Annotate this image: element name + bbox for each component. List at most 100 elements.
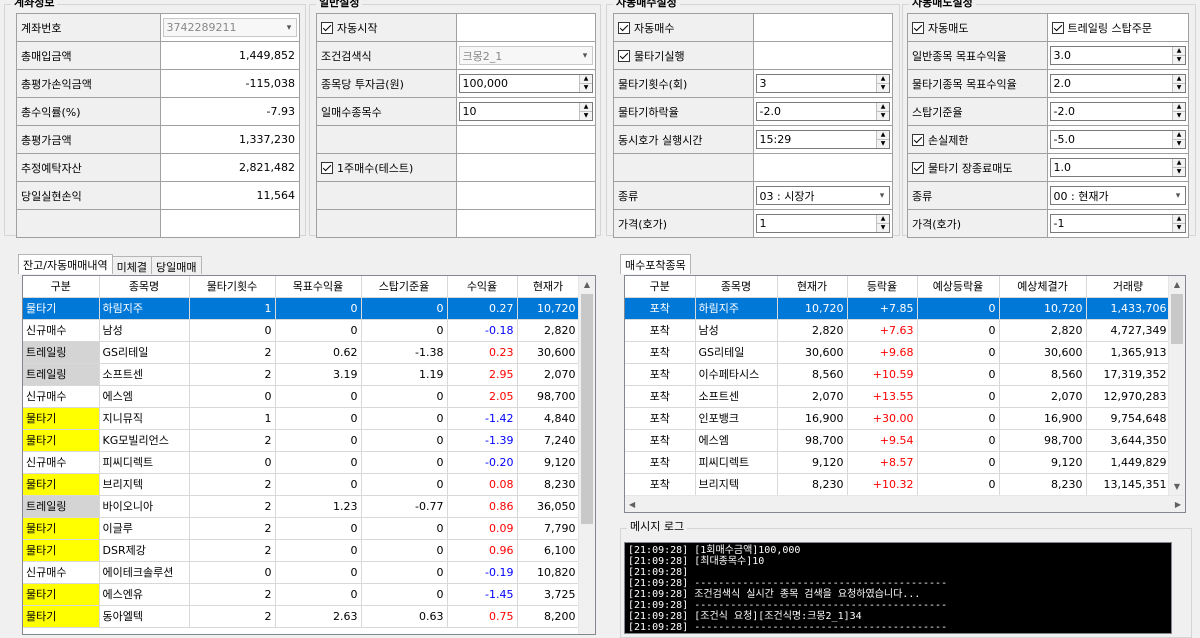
- table-row[interactable]: 물타기 DSR제강 2 0 0 0.96 6,100: [23, 539, 580, 562]
- spin-arrows-icon[interactable]: ▲ ▼: [579, 75, 592, 92]
- table-row[interactable]: 물타기 에스엔유 2 0 0 -1.45 3,725: [23, 583, 580, 606]
- column-header[interactable]: 현재가: [517, 276, 580, 298]
- table-row[interactable]: 물타기 이글루 2 0 0 0.09 7,790: [23, 517, 580, 540]
- table-row[interactable]: 트레일링 바이오니아 2 1.23 -0.77 0.86 36,050: [23, 495, 580, 518]
- column-header[interactable]: 거래량: [1086, 276, 1171, 298]
- tab-holdings[interactable]: 잔고/자동매매내역: [18, 254, 113, 274]
- table-row[interactable]: 포착 이수페타시스 8,560 +10.59 0 8,560 17,319,352: [625, 363, 1171, 386]
- tab-unfilled[interactable]: 미체결: [111, 256, 153, 274]
- column-header[interactable]: 등락율: [847, 276, 918, 298]
- trailing-checkbox[interactable]: 트레일링 스탑주문: [1047, 14, 1189, 41]
- auto-sell-checkbox[interactable]: 자동매도: [908, 14, 1048, 41]
- column-header[interactable]: 종목명: [695, 276, 778, 298]
- table-row[interactable]: 물타기 브리지텍 2 0 0 0.08 8,230: [23, 473, 580, 496]
- scroll-up-icon[interactable]: ▲: [1169, 276, 1185, 293]
- table-row[interactable]: 트레일링 GS리테일 2 0.62 -1.38 0.23 30,600: [23, 341, 580, 364]
- exp-price-cell: 9,120: [999, 451, 1087, 474]
- loss-limit-spinner[interactable]: -5.0 ▲ ▼: [1049, 130, 1186, 149]
- price-cell: 30,600: [517, 341, 580, 364]
- test-buy-checkbox[interactable]: 1주매수(테스트): [317, 154, 457, 181]
- auto-start-checkbox[interactable]: 자동시작: [317, 14, 457, 41]
- table-row[interactable]: 포착 소프트센 2,070 +13.55 0 2,070 12,970,283: [625, 385, 1171, 408]
- table-row[interactable]: 포착 에스엠 98,700 +9.54 0 98,700 3,644,350: [625, 429, 1171, 452]
- buy-price-spinner[interactable]: 1 ▲ ▼: [755, 214, 890, 233]
- table-row[interactable]: 물타기 동아엘텍 2 2.63 0.63 0.75 8,200: [23, 605, 580, 628]
- scroll-thumb[interactable]: [581, 294, 593, 524]
- scroll-up-icon[interactable]: ▲: [579, 276, 595, 293]
- table-row[interactable]: 물타기 지니뮤직 1 0 0 -1.42 4,840: [23, 407, 580, 430]
- column-header[interactable]: 구분: [23, 276, 100, 298]
- water-drop-spinner[interactable]: -2.0 ▲ ▼: [755, 102, 890, 121]
- spin-arrows-icon[interactable]: ▲ ▼: [876, 215, 889, 232]
- table-row[interactable]: 신규매수 피씨디렉트 0 0 0 -0.20 9,120: [23, 451, 580, 474]
- water-count-spinner[interactable]: 3 ▲ ▼: [755, 74, 890, 93]
- normal-target-spinner[interactable]: 3.0 ▲ ▼: [1049, 46, 1186, 65]
- spin-arrows-icon[interactable]: ▲ ▼: [1172, 103, 1185, 120]
- scroll-left-icon[interactable]: ◀: [625, 500, 639, 509]
- auto-buy-checkbox[interactable]: 자동매수: [614, 14, 754, 41]
- column-header[interactable]: 예상등락율: [917, 276, 1000, 298]
- target-cell: 0: [275, 297, 362, 320]
- column-header[interactable]: 스탑기준율: [361, 276, 448, 298]
- spin-arrows-icon[interactable]: ▲ ▼: [1172, 159, 1185, 176]
- water-drop-label: 물타기하락율: [614, 98, 754, 125]
- invest-spinner[interactable]: 100,000 ▲ ▼: [458, 74, 593, 93]
- spin-arrows-icon[interactable]: ▲ ▼: [876, 131, 889, 148]
- rate-cell: 2.05: [447, 385, 518, 408]
- sim-time-spinner[interactable]: 15:29 ▲ ▼: [755, 130, 890, 149]
- type-cell: 포착: [625, 473, 696, 496]
- tab-today-trades[interactable]: 당일매매: [151, 256, 202, 274]
- account-no-select[interactable]: 3742289211 ▾: [162, 18, 297, 37]
- stop-base-spinner[interactable]: -2.0 ▲ ▼: [1049, 102, 1186, 121]
- spin-arrows-icon[interactable]: ▲ ▼: [1172, 131, 1185, 148]
- spin-arrows-icon[interactable]: ▲ ▼: [579, 103, 592, 120]
- total-eval-value: 1,337,230: [160, 126, 300, 153]
- sell-type-select[interactable]: 00 : 현재가 ▾: [1049, 186, 1186, 205]
- scroll-down-icon[interactable]: ▼: [1169, 478, 1185, 495]
- scroll-right-icon[interactable]: ▶: [1171, 500, 1185, 509]
- spin-arrows-icon[interactable]: ▲ ▼: [876, 75, 889, 92]
- column-header[interactable]: 종목명: [99, 276, 190, 298]
- water-run-checkbox[interactable]: 물타기실행: [614, 42, 754, 69]
- column-header[interactable]: 현재가: [777, 276, 848, 298]
- loss-limit-checkbox[interactable]: 손실제한: [908, 126, 1048, 153]
- table-row[interactable]: 물타기 KG모빌리언스 2 0 0 -1.39 7,240: [23, 429, 580, 452]
- holdings-scrollbar[interactable]: ▲: [578, 276, 595, 634]
- message-log[interactable]: [21:09:28] [1회매수금액]100,000 [21:09:28] [최대…: [624, 542, 1172, 634]
- water-close-spinner[interactable]: 1.0 ▲ ▼: [1049, 158, 1186, 177]
- table-row[interactable]: 물타기 하림지주 1 0 0 0.27 10,720: [23, 297, 580, 320]
- buy-type-select[interactable]: 03 : 시장가 ▾: [755, 186, 890, 205]
- spin-arrows-icon[interactable]: ▲ ▼: [1172, 47, 1185, 64]
- table-row[interactable]: 포착 하림지주 10,720 +7.85 0 10,720 1,433,706: [625, 297, 1171, 320]
- table-row[interactable]: 신규매수 에이테크솔루션 0 0 0 -0.19 10,820: [23, 561, 580, 584]
- table-row[interactable]: 포착 인포뱅크 16,900 +30.00 0 16,900 9,754,648: [625, 407, 1171, 430]
- column-header[interactable]: 목표수익율: [275, 276, 362, 298]
- column-header[interactable]: 구분: [625, 276, 696, 298]
- table-row[interactable]: 신규매수 에스엠 0 0 0 2.05 98,700: [23, 385, 580, 408]
- capture-hscrollbar[interactable]: ◀ ▶: [625, 495, 1185, 512]
- checkbox-icon: [618, 21, 630, 34]
- invest-label: 종목당 투자금(원): [317, 70, 457, 97]
- column-header[interactable]: 예상체결가: [999, 276, 1087, 298]
- spin-arrows-icon[interactable]: ▲ ▼: [1172, 75, 1185, 92]
- water-close-checkbox[interactable]: 물타기 장종료매도: [908, 154, 1048, 181]
- column-header[interactable]: 수익율: [447, 276, 518, 298]
- column-header[interactable]: 물타기횟수: [189, 276, 276, 298]
- table-row[interactable]: 포착 GS리테일 30,600 +9.68 0 30,600 1,365,913: [625, 341, 1171, 364]
- spin-arrows-icon[interactable]: ▲ ▼: [1172, 215, 1185, 232]
- sell-price-spinner[interactable]: -1 ▲ ▼: [1049, 214, 1186, 233]
- capture-scrollbar[interactable]: ▲ ▼: [1168, 276, 1185, 495]
- water-target-spinner[interactable]: 2.0 ▲ ▼: [1049, 74, 1186, 93]
- rate-cell: 0.96: [447, 539, 518, 562]
- table-row[interactable]: 포착 피씨디렉트 9,120 +8.57 0 9,120 1,449,829: [625, 451, 1171, 474]
- table-row[interactable]: 포착 브리지텍 8,230 +10.32 0 8,230 13,145,351: [625, 473, 1171, 496]
- table-row[interactable]: 신규매수 남성 0 0 0 -0.18 2,820: [23, 319, 580, 342]
- scroll-thumb[interactable]: [1171, 294, 1183, 344]
- count-spinner[interactable]: 10 ▲ ▼: [458, 102, 593, 121]
- tab-capture[interactable]: 매수포착종목: [620, 254, 691, 274]
- table-row[interactable]: 트레일링 소프트센 2 3.19 1.19 2.95 2,070: [23, 363, 580, 386]
- spin-arrows-icon[interactable]: ▲ ▼: [876, 103, 889, 120]
- log-line: [21:09:28]: [628, 633, 1168, 634]
- search-select[interactable]: 크몽2_1 ▾: [458, 46, 593, 65]
- table-row[interactable]: 포착 남성 2,820 +7.63 0 2,820 4,727,349: [625, 319, 1171, 342]
